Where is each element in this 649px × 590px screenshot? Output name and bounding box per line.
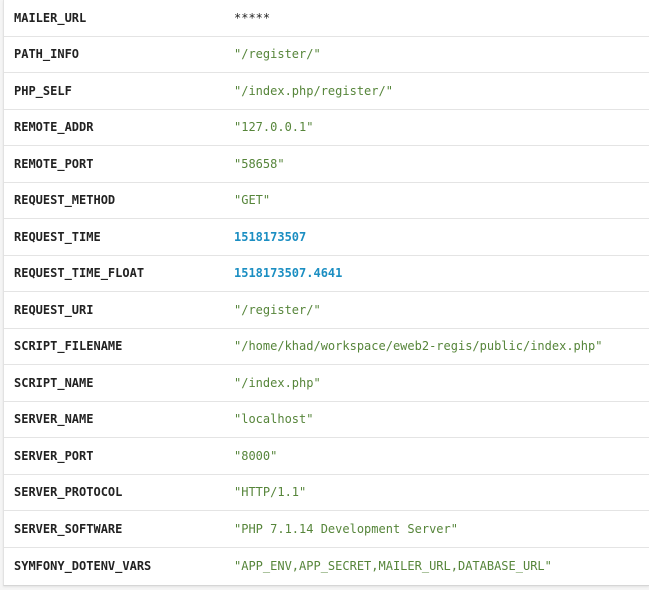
table-row: SERVER_PORT "8000" bbox=[4, 438, 649, 475]
table-row: MAILER_URL ***** bbox=[4, 0, 649, 37]
table-row: REMOTE_ADDR "127.0.0.1" bbox=[4, 110, 649, 146]
param-value: "HTTP/1.1" bbox=[234, 485, 307, 500]
param-value: "APP_ENV,APP_SECRET,MAILER_URL,DATABASE_… bbox=[234, 558, 552, 573]
param-value: "PHP 7.1.14 Development Server" bbox=[234, 521, 458, 536]
param-key: SERVER_PROTOCOL bbox=[14, 485, 123, 500]
param-value: "/index.php" bbox=[234, 375, 321, 390]
table-row: SYMFONY_DOTENV_VARS "APP_ENV,APP_SECRET,… bbox=[4, 548, 649, 585]
param-value: "/index.php/register/" bbox=[234, 83, 393, 98]
param-key: SCRIPT_NAME bbox=[14, 375, 94, 390]
table-row: PHP_SELF "/index.php/register/" bbox=[4, 73, 649, 110]
param-value: "GET" bbox=[234, 193, 271, 208]
param-value: "127.0.0.1" bbox=[234, 120, 314, 135]
param-value: ***** bbox=[234, 10, 271, 25]
param-key: REMOTE_ADDR bbox=[14, 120, 94, 135]
table-row: SERVER_PROTOCOL "HTTP/1.1" bbox=[4, 475, 649, 511]
param-key: SCRIPT_FILENAME bbox=[14, 339, 123, 354]
param-key: MAILER_URL bbox=[14, 10, 87, 25]
param-value: "/register/" bbox=[234, 47, 321, 62]
table-row: REQUEST_URI "/register/" bbox=[4, 292, 649, 329]
table-row: SCRIPT_FILENAME "/home/khad/workspace/ew… bbox=[4, 329, 649, 365]
param-key: REMOTE_PORT bbox=[14, 156, 94, 171]
param-key: SYMFONY_DOTENV_VARS bbox=[14, 558, 152, 573]
param-value: 1518173507.4641 bbox=[234, 266, 343, 281]
table-row: SERVER_SOFTWARE "PHP 7.1.14 Development … bbox=[4, 511, 649, 548]
param-value: "/register/" bbox=[234, 302, 321, 317]
param-key: REQUEST_URI bbox=[14, 302, 94, 317]
table-row: REQUEST_TIME_FLOAT 1518173507.4641 bbox=[4, 256, 649, 292]
table-row: PATH_INFO "/register/" bbox=[4, 37, 649, 73]
param-key: SERVER_PORT bbox=[14, 448, 94, 463]
param-key: REQUEST_TIME bbox=[14, 229, 101, 244]
table-row: SCRIPT_NAME "/index.php" bbox=[4, 365, 649, 402]
table-row: REQUEST_TIME 1518173507 bbox=[4, 219, 649, 256]
param-key: PATH_INFO bbox=[14, 47, 80, 62]
param-key: REQUEST_METHOD bbox=[14, 193, 116, 208]
table-row: REQUEST_METHOD "GET" bbox=[4, 183, 649, 219]
param-value: "8000" bbox=[234, 448, 278, 463]
param-value: "localhost" bbox=[234, 412, 314, 427]
param-key: PHP_SELF bbox=[14, 83, 72, 98]
param-key: SERVER_NAME bbox=[14, 412, 94, 427]
table-row: SERVER_NAME "localhost" bbox=[4, 402, 649, 438]
param-value: 1518173507 bbox=[234, 229, 307, 244]
param-key: SERVER_SOFTWARE bbox=[14, 521, 123, 536]
server-parameters-table: MAILER_URL ***** PATH_INFO "/register/" … bbox=[3, 0, 649, 586]
table-row: REMOTE_PORT "58658" bbox=[4, 146, 649, 183]
param-value: "58658" bbox=[234, 156, 285, 171]
param-value: "/home/khad/workspace/eweb2-regis/public… bbox=[234, 339, 603, 354]
param-key: REQUEST_TIME_FLOAT bbox=[14, 266, 145, 281]
